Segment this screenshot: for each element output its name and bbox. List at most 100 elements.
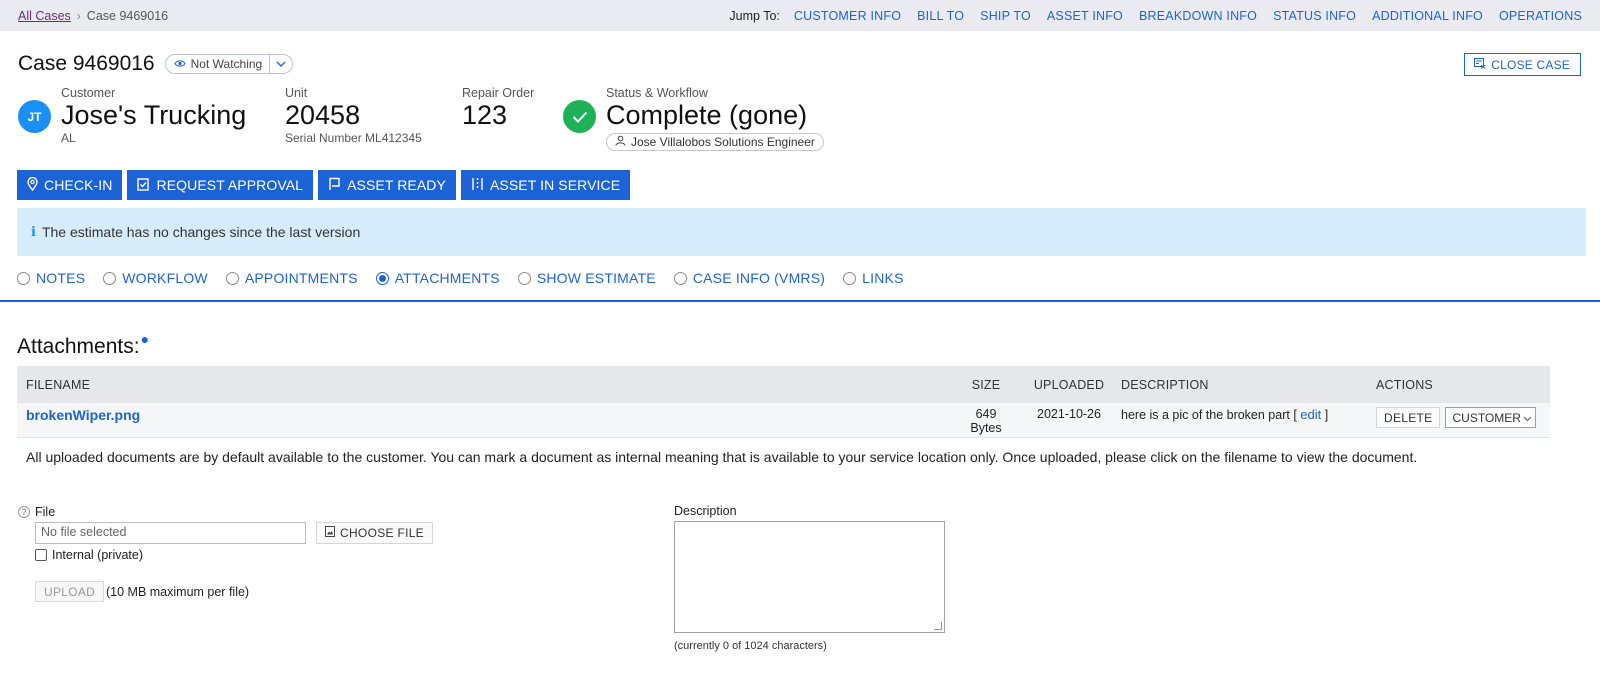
jump-asset-info[interactable]: ASSET INFO xyxy=(1047,9,1123,23)
asset-in-service-button[interactable]: ASSET IN SERVICE xyxy=(460,170,631,200)
check-circle-icon xyxy=(563,100,596,133)
chevron-down-icon xyxy=(1523,411,1532,425)
cell-filename: brokenWiper.png xyxy=(17,407,955,423)
table-header: FILENAME SIZE UPLOADED DESCRIPTION ACTIO… xyxy=(17,366,1550,403)
chevron-right-icon: › xyxy=(76,8,81,23)
customer-block: Customer Jose's Trucking AL xyxy=(61,86,246,145)
chevron-down-icon[interactable] xyxy=(269,55,292,73)
radio-appointments[interactable] xyxy=(225,271,239,285)
radio-notes[interactable] xyxy=(17,271,30,285)
case-header: Case 9469016 Not Watching xyxy=(18,52,294,76)
map-pin-icon xyxy=(27,176,38,194)
unit-label: Unit xyxy=(285,86,308,100)
attachments-title-text: Attachments: xyxy=(17,335,140,358)
repair-order-number: 123 xyxy=(462,100,508,130)
repair-order-block: Repair Order 123 xyxy=(462,86,534,131)
jump-ship-to[interactable]: SHIP TO xyxy=(980,9,1031,23)
description-textarea[interactable] xyxy=(674,521,945,633)
cell-size: 649 Bytes xyxy=(955,407,1017,435)
tab-case-info[interactable]: CASE INFO (VMRS) xyxy=(673,270,826,286)
check-in-button[interactable]: CHECK-IN xyxy=(17,170,123,200)
breadcrumb: All Cases › Case 9469016 xyxy=(18,9,168,23)
file-label-text: File xyxy=(35,505,56,519)
internal-option[interactable]: Internal (private) xyxy=(35,548,143,562)
attachments-help-text: All uploaded documents are by default av… xyxy=(26,449,1418,465)
delete-button[interactable]: DELETE xyxy=(1376,407,1441,428)
tab-appointments[interactable]: APPOINTMENTS xyxy=(225,270,358,286)
tab-notes[interactable]: NOTES xyxy=(17,270,85,286)
unit-serial: Serial Number ML412345 xyxy=(285,131,422,145)
choose-file-label: CHOOSE FILE xyxy=(340,526,424,540)
radio-case-info[interactable] xyxy=(673,271,687,285)
asset-in-service-label: ASSET IN SERVICE xyxy=(489,177,621,193)
unit-number: 20458 xyxy=(285,100,361,130)
jump-bill-to[interactable]: BILL TO xyxy=(917,9,964,23)
table-row: brokenWiper.png 649 Bytes 2021-10-26 her… xyxy=(17,403,1550,438)
assignee-chip[interactable]: Jose Villalobos Solutions Engineer xyxy=(606,133,824,151)
internal-checkbox[interactable] xyxy=(35,549,47,561)
tab-show-estimate-label: SHOW ESTIMATE xyxy=(536,270,656,286)
col-filename: FILENAME xyxy=(26,377,91,392)
tab-divider xyxy=(0,300,1600,302)
attachments-title: Attachments:● xyxy=(17,331,149,359)
bracket-close: ] xyxy=(1321,408,1329,422)
case-summary: JT Customer Jose's Trucking AL Unit 2045… xyxy=(18,86,878,156)
status-label: Status & Workflow xyxy=(606,86,708,100)
tab-links[interactable]: LINKS xyxy=(843,270,903,286)
watch-toggle[interactable]: Not Watching xyxy=(164,54,294,74)
description-char-count: (currently 0 of 1024 characters) xyxy=(674,640,827,652)
resize-grip-icon[interactable] xyxy=(934,622,942,630)
unit-block: Unit 20458 Serial Number ML412345 xyxy=(285,86,422,145)
required-dot-icon: ● xyxy=(140,331,150,347)
description-label: Description xyxy=(674,504,737,518)
case-tabs: NOTES WORKFLOW APPOINTMENTS ATTACHMENTS … xyxy=(17,270,904,286)
breadcrumb-all-cases[interactable]: All Cases xyxy=(18,9,71,23)
jump-customer-info[interactable]: CUSTOMER INFO xyxy=(794,9,901,23)
col-actions: ACTIONS xyxy=(1376,377,1433,392)
file-name-field[interactable]: No file selected xyxy=(35,522,306,544)
jump-operations[interactable]: OPERATIONS xyxy=(1499,9,1582,23)
image-file-icon xyxy=(325,526,335,540)
notice-text: The estimate has no changes since the la… xyxy=(41,224,361,240)
customer-state: AL xyxy=(61,131,76,145)
request-approval-button[interactable]: REQUEST APPROVAL xyxy=(127,170,314,200)
asset-ready-label: ASSET READY xyxy=(347,177,446,193)
size-unit: Bytes xyxy=(970,421,1002,435)
check-in-label: CHECK-IN xyxy=(44,177,113,193)
tab-attachments[interactable]: ATTACHMENTS xyxy=(375,270,500,286)
visibility-value: CUSTOMER xyxy=(1452,410,1521,425)
estimate-notice: i The estimate has no changes since the … xyxy=(17,208,1586,256)
radio-workflow[interactable] xyxy=(103,271,117,285)
cell-actions: DELETE CUSTOMER xyxy=(1372,407,1537,428)
avatar: JT xyxy=(18,100,51,133)
radio-links[interactable] xyxy=(843,271,857,285)
edit-description-link[interactable]: edit xyxy=(1300,407,1321,422)
col-uploaded: UPLOADED xyxy=(1033,377,1105,392)
file-field-label: ? File xyxy=(18,505,55,519)
tab-notes-label: NOTES xyxy=(36,270,86,286)
customer-label: Customer xyxy=(61,86,116,100)
radio-show-estimate[interactable] xyxy=(517,271,531,285)
status-value: Complete (gone) xyxy=(606,100,808,130)
jump-status-info[interactable]: STATUS INFO xyxy=(1273,9,1356,23)
visibility-select[interactable]: CUSTOMER xyxy=(1445,407,1537,428)
help-icon[interactable]: ? xyxy=(18,506,30,518)
file-link[interactable]: brokenWiper.png xyxy=(26,407,140,423)
close-case-button[interactable]: CLOSE CASE xyxy=(1464,53,1581,76)
request-approval-label: REQUEST APPROVAL xyxy=(156,177,304,193)
tab-show-estimate[interactable]: SHOW ESTIMATE xyxy=(517,270,656,286)
tab-attachments-label: ATTACHMENTS xyxy=(394,270,500,286)
radio-attachments[interactable] xyxy=(375,271,389,285)
upload-button[interactable]: UPLOAD xyxy=(35,581,105,602)
asset-ready-button[interactable]: ASSET READY xyxy=(318,170,456,200)
tab-case-info-label: CASE INFO (VMRS) xyxy=(692,270,826,286)
jump-additional-info[interactable]: ADDITIONAL INFO xyxy=(1372,9,1483,23)
col-size: SIZE xyxy=(971,377,1001,392)
jump-breakdown-info[interactable]: BREAKDOWN INFO xyxy=(1139,9,1257,23)
assignee-name: Jose Villalobos Solutions Engineer xyxy=(631,135,815,149)
upload-size-note: (10 MB maximum per file) xyxy=(106,585,250,599)
tab-workflow[interactable]: WORKFLOW xyxy=(103,270,208,286)
tab-links-label: LINKS xyxy=(862,270,904,286)
watch-button[interactable]: Not Watching xyxy=(166,55,270,73)
choose-file-button[interactable]: CHOOSE FILE xyxy=(316,522,433,544)
